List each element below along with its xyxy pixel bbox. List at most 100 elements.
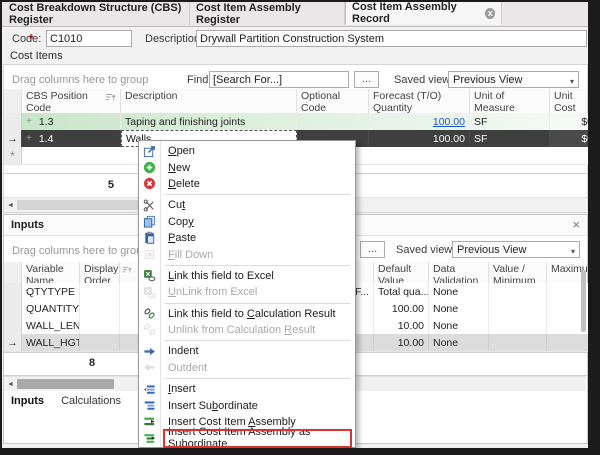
forecast-qty-link[interactable]: 100.00	[433, 116, 465, 128]
default-value-cell[interactable]: 10.00	[374, 317, 429, 334]
maximum-cell[interactable]	[547, 334, 588, 351]
column-header-unit-of-measure[interactable]: Unit of Measure	[470, 89, 550, 113]
menu-item-insert-subordinate[interactable]: Insert Subordinate	[139, 397, 355, 413]
tab-cost-item-assembly-register[interactable]: Cost Item Assembly Register	[190, 2, 345, 25]
row-indicator-header	[4, 262, 22, 283]
code-field[interactable]	[46, 30, 132, 47]
description-field[interactable]	[196, 30, 587, 47]
window-content: Cost Breakdown Structure (CBS) Register …	[2, 2, 588, 448]
column-header-label: Unit Cost	[554, 91, 588, 114]
cbs-code-cell[interactable]: + 1.4	[22, 130, 121, 147]
current-row-arrow-icon: →	[4, 334, 22, 351]
expand-icon[interactable]: +	[26, 133, 32, 144]
menu-item-open[interactable]: Open	[139, 143, 355, 159]
tab-cbs-register[interactable]: Cost Breakdown Structure (CBS) Register	[3, 2, 190, 25]
variable-cell[interactable]: WALL_HGT	[22, 334, 80, 351]
menu-item-label: Insert Cost Item Assembly as Subordinate	[168, 426, 355, 448]
context-menu: OpenNewDelete Cut Copy PasteFill Down Link t…	[138, 140, 356, 448]
value-minimum-cell[interactable]	[489, 334, 547, 351]
data-validation-cell[interactable]: None	[429, 317, 489, 334]
value-minimum-cell[interactable]	[489, 317, 547, 334]
cell-value: None	[433, 320, 458, 332]
column-header-unit-cost[interactable]: Unit Cost	[550, 89, 588, 113]
menu-item-copy[interactable]: Copy	[139, 214, 355, 230]
menu-item-label: Copy	[168, 216, 194, 228]
unit-cost-cell[interactable]: $0	[550, 113, 588, 130]
value-minimum-cell[interactable]	[489, 300, 547, 317]
chevron-down-icon: ▾	[570, 77, 574, 86]
menu-item-insert-cost-item-assembly-as-subordinate[interactable]: Insert Cost Item Assembly as Subordinate	[139, 430, 355, 446]
display-order-cell[interactable]	[80, 300, 120, 317]
inputs-saved-views-dropdown[interactable]: Previous View ▾	[452, 241, 580, 258]
row-indicator	[4, 283, 22, 300]
display-order-cell[interactable]	[80, 283, 120, 300]
tab-calculations[interactable]: Calculations	[61, 395, 121, 407]
scroll-left-arrow-icon[interactable]: ◄	[4, 377, 17, 391]
column-header-forecast-qty[interactable]: Forecast (T/O) Quantity	[369, 89, 470, 113]
menu-item-new[interactable]: New	[139, 159, 355, 175]
menu-item-cut[interactable]: Cut	[139, 197, 355, 213]
cell-value: QUANTITY	[26, 303, 79, 315]
menu-item-insert[interactable]: Insert	[139, 381, 355, 397]
saved-views-dropdown[interactable]: Previous View ▾	[448, 71, 579, 88]
default-value-cell[interactable]: Total qua...	[374, 283, 429, 300]
tab-inputs[interactable]: Inputs	[11, 395, 44, 407]
menu-item-link-this-field-to-excel[interactable]: Link this field to Excel	[139, 268, 355, 284]
default-value-cell[interactable]: 100.00	[374, 300, 429, 317]
tab-cost-item-assembly-record[interactable]: Cost Item Assembly Record x	[345, 2, 502, 25]
cell-value: 100.00	[392, 303, 424, 315]
forecast-qty-cell[interactable]: 100.00	[369, 113, 470, 130]
search-input[interactable]	[209, 71, 349, 88]
column-header-value-minimum[interactable]: Value / Minimum	[489, 262, 547, 283]
inputs-search-more-button[interactable]: …	[360, 241, 385, 258]
chevron-down-icon: ▾	[571, 247, 575, 256]
scroll-left-arrow-icon[interactable]: ◄	[4, 198, 17, 212]
variable-cell[interactable]: QUANTITY	[22, 300, 80, 317]
variable-cell[interactable]: WALL_LEN	[22, 317, 80, 334]
data-validation-cell[interactable]: None	[429, 334, 489, 351]
forecast-qty-cell[interactable]: 100.00	[369, 130, 470, 147]
column-header-variable-name[interactable]: Variable Name	[22, 262, 80, 283]
find-label: Find:	[187, 74, 211, 86]
scrollbar-thumb[interactable]	[17, 379, 114, 389]
column-header-optional-code[interactable]: Optional Code	[297, 89, 369, 113]
column-header-default-value[interactable]: Default Value	[374, 262, 429, 283]
data-validation-cell[interactable]: None	[429, 300, 489, 317]
expand-icon[interactable]: +	[26, 116, 32, 127]
tab-label: Cost Item Assembly Register	[196, 2, 338, 26]
column-header-description[interactable]: Description	[121, 89, 297, 113]
fill-down-icon	[142, 247, 157, 261]
menu-item-paste[interactable]: Paste	[139, 230, 355, 246]
menu-item-label: Cut	[168, 199, 185, 211]
table-row-1-3[interactable]: + 1.3 Taping and finishing joints 100.00…	[4, 113, 588, 131]
paste-icon	[142, 231, 157, 245]
column-header-display-order[interactable]: Display Order	[80, 262, 120, 283]
cbs-code-cell[interactable]: + 1.3	[22, 113, 121, 130]
optional-code-cell[interactable]	[297, 113, 369, 130]
description-label: Description:	[145, 33, 203, 45]
default-value-cell[interactable]: 10.00	[374, 334, 429, 351]
search-more-button[interactable]: …	[354, 71, 379, 88]
insert-cia-icon	[142, 415, 157, 429]
tab-close-icon[interactable]: x	[485, 8, 495, 19]
close-icon[interactable]: ×	[572, 217, 580, 232]
unit-cost-cell[interactable]: $0	[550, 130, 588, 147]
data-validation-cell[interactable]: None	[429, 283, 489, 300]
description-cell[interactable]: Taping and finishing joints	[121, 113, 297, 130]
menu-item-unlink-from-calculation-result[interactable]: Unlink from Calculation Result	[139, 322, 355, 338]
display-order-cell[interactable]	[80, 334, 120, 351]
display-order-cell[interactable]	[80, 317, 120, 334]
inputs-vscrollbar-thumb[interactable]	[581, 270, 586, 332]
column-header-data-validation[interactable]: Data Validation	[429, 262, 489, 283]
menu-item-fill-down[interactable]: Fill Down	[139, 246, 355, 262]
column-header-cbs-position-code[interactable]: CBS Position Code	[22, 89, 121, 113]
menu-item-delete[interactable]: Delete	[139, 176, 355, 192]
variable-cell[interactable]: QTYTYPE	[22, 283, 80, 300]
uom-cell[interactable]: SF	[470, 113, 550, 130]
uom-cell[interactable]: SF	[470, 130, 550, 147]
menu-item-link-this-field-to-calculation-result[interactable]: Link this field to Calculation Result	[139, 306, 355, 322]
menu-item-outdent[interactable]: Outdent	[139, 360, 355, 376]
menu-item-unlink-from-excel[interactable]: UnLink from Excel	[139, 284, 355, 300]
menu-item-indent[interactable]: Indent	[139, 343, 355, 359]
value-minimum-cell[interactable]	[489, 283, 547, 300]
